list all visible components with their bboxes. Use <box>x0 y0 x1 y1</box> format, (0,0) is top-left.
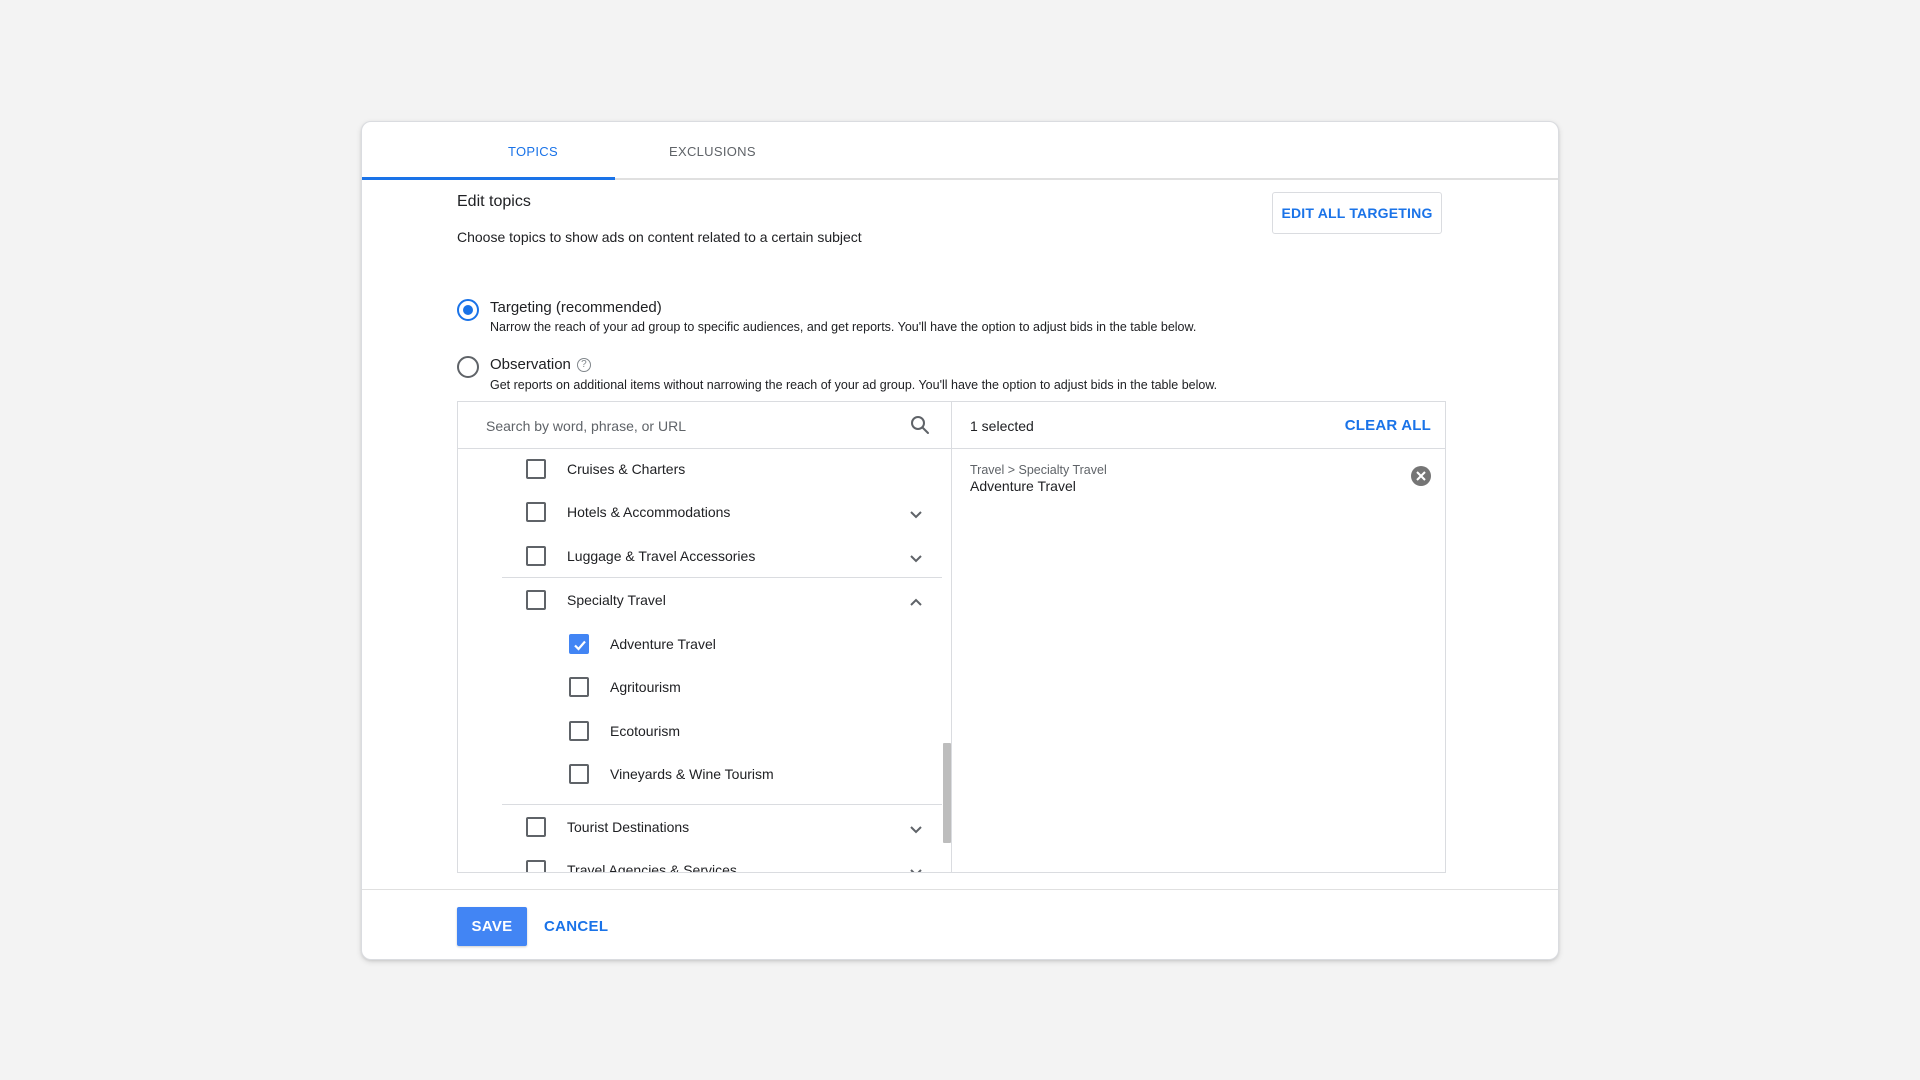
edit-all-targeting-button[interactable]: EDIT ALL TARGETING <box>1272 192 1442 234</box>
topic-row-cruises-charters[interactable]: Cruises & Charters <box>458 449 943 492</box>
divider <box>502 804 942 805</box>
divider <box>502 577 942 578</box>
chevron-down-icon[interactable] <box>904 502 928 526</box>
tab-exclusions[interactable]: EXCLUSIONS <box>615 122 868 180</box>
edit-topics-dialog: TOPICS EXCLUSIONS Edit topics Choose top… <box>361 121 1559 960</box>
topic-label: Vineyards & Wine Tourism <box>610 766 774 782</box>
topic-label: Luggage & Travel Accessories <box>567 548 756 564</box>
tab-topics[interactable]: TOPICS <box>362 122 615 180</box>
topic-row-specialty-travel[interactable]: Specialty Travel <box>458 580 943 623</box>
page-subtitle: Choose topics to show ads on content rel… <box>457 229 862 245</box>
targeting-label: Targeting (recommended) <box>490 299 662 316</box>
checkbox[interactable] <box>526 546 546 566</box>
topic-label: Agritourism <box>610 679 681 695</box>
observation-description: Get reports on additional items without … <box>490 378 1218 392</box>
topic-row-hotels-accommodations[interactable]: Hotels & Accommodations <box>458 492 943 535</box>
selected-item-path: Travel > Specialty Travel <box>970 463 1107 477</box>
topic-selector-panel: Cruises & Charters Hotels & Accommodatio… <box>457 401 1446 873</box>
topic-row-ecotourism[interactable]: Ecotourism <box>458 711 943 754</box>
selected-topics-pane: 1 selected CLEAR ALL Travel > Specialty … <box>952 402 1445 872</box>
topic-row-travel-agencies[interactable]: Travel Agencies & Services <box>458 850 943 872</box>
scrollbar-thumb[interactable] <box>943 743 951 843</box>
observation-radio[interactable] <box>457 356 479 378</box>
checkbox[interactable] <box>526 860 546 872</box>
topic-label: Hotels & Accommodations <box>567 504 731 520</box>
topic-label: Tourist Destinations <box>567 819 690 835</box>
chevron-down-icon[interactable] <box>904 546 928 570</box>
active-tab-indicator <box>362 177 615 180</box>
dialog-footer: SAVE CANCEL <box>362 889 1558 959</box>
topic-row-vineyards[interactable]: Vineyards & Wine Tourism <box>458 754 943 797</box>
search-icon[interactable] <box>908 413 932 437</box>
checkbox[interactable] <box>569 721 589 741</box>
topic-label: Ecotourism <box>610 723 681 739</box>
chevron-down-icon[interactable] <box>904 817 928 841</box>
topic-row-adventure-travel[interactable]: Adventure Travel <box>458 624 943 667</box>
targeting-radio[interactable] <box>457 299 479 321</box>
observation-label-wrap: Observation? <box>490 356 591 373</box>
topic-browser: Cruises & Charters Hotels & Accommodatio… <box>458 402 952 872</box>
selected-item-name: Adventure Travel <box>970 478 1076 494</box>
save-button[interactable]: SAVE <box>457 907 527 946</box>
remove-circle-icon[interactable] <box>1409 464 1433 488</box>
checkmark-icon <box>574 640 586 651</box>
checkbox[interactable] <box>569 677 589 697</box>
checkbox[interactable] <box>569 764 589 784</box>
observation-label: Observation <box>490 356 571 373</box>
search-input[interactable] <box>484 414 884 438</box>
checkbox-checked[interactable] <box>569 634 589 654</box>
clear-all-button[interactable]: CLEAR ALL <box>1345 417 1431 434</box>
checkbox[interactable] <box>526 502 546 522</box>
topic-label: Travel Agencies & Services <box>567 862 737 872</box>
tab-bar: TOPICS EXCLUSIONS <box>362 122 1558 180</box>
checkbox[interactable] <box>526 459 546 479</box>
topic-row-agritourism[interactable]: Agritourism <box>458 667 943 710</box>
chevron-down-icon[interactable] <box>904 860 928 872</box>
topic-list: Cruises & Charters Hotels & Accommodatio… <box>458 449 951 872</box>
checkbox[interactable] <box>526 590 546 610</box>
chevron-up-icon[interactable] <box>904 590 928 614</box>
topic-label: Cruises & Charters <box>567 461 686 477</box>
targeting-description: Narrow the reach of your ad group to spe… <box>490 320 1197 334</box>
cancel-button[interactable]: CANCEL <box>544 907 608 946</box>
selected-count: 1 selected <box>970 418 1034 434</box>
topic-label: Adventure Travel <box>610 636 716 652</box>
topic-row-luggage[interactable]: Luggage & Travel Accessories <box>458 536 943 579</box>
checkbox[interactable] <box>526 817 546 837</box>
help-icon[interactable]: ? <box>576 358 591 372</box>
selected-item: Travel > Specialty Travel Adventure Trav… <box>970 463 1433 503</box>
selected-header: 1 selected CLEAR ALL <box>952 402 1445 449</box>
page-title: Edit topics <box>457 193 531 210</box>
topic-row-tourist-destinations[interactable]: Tourist Destinations <box>458 807 943 850</box>
topic-label: Specialty Travel <box>567 592 666 608</box>
search-bar <box>458 402 951 449</box>
